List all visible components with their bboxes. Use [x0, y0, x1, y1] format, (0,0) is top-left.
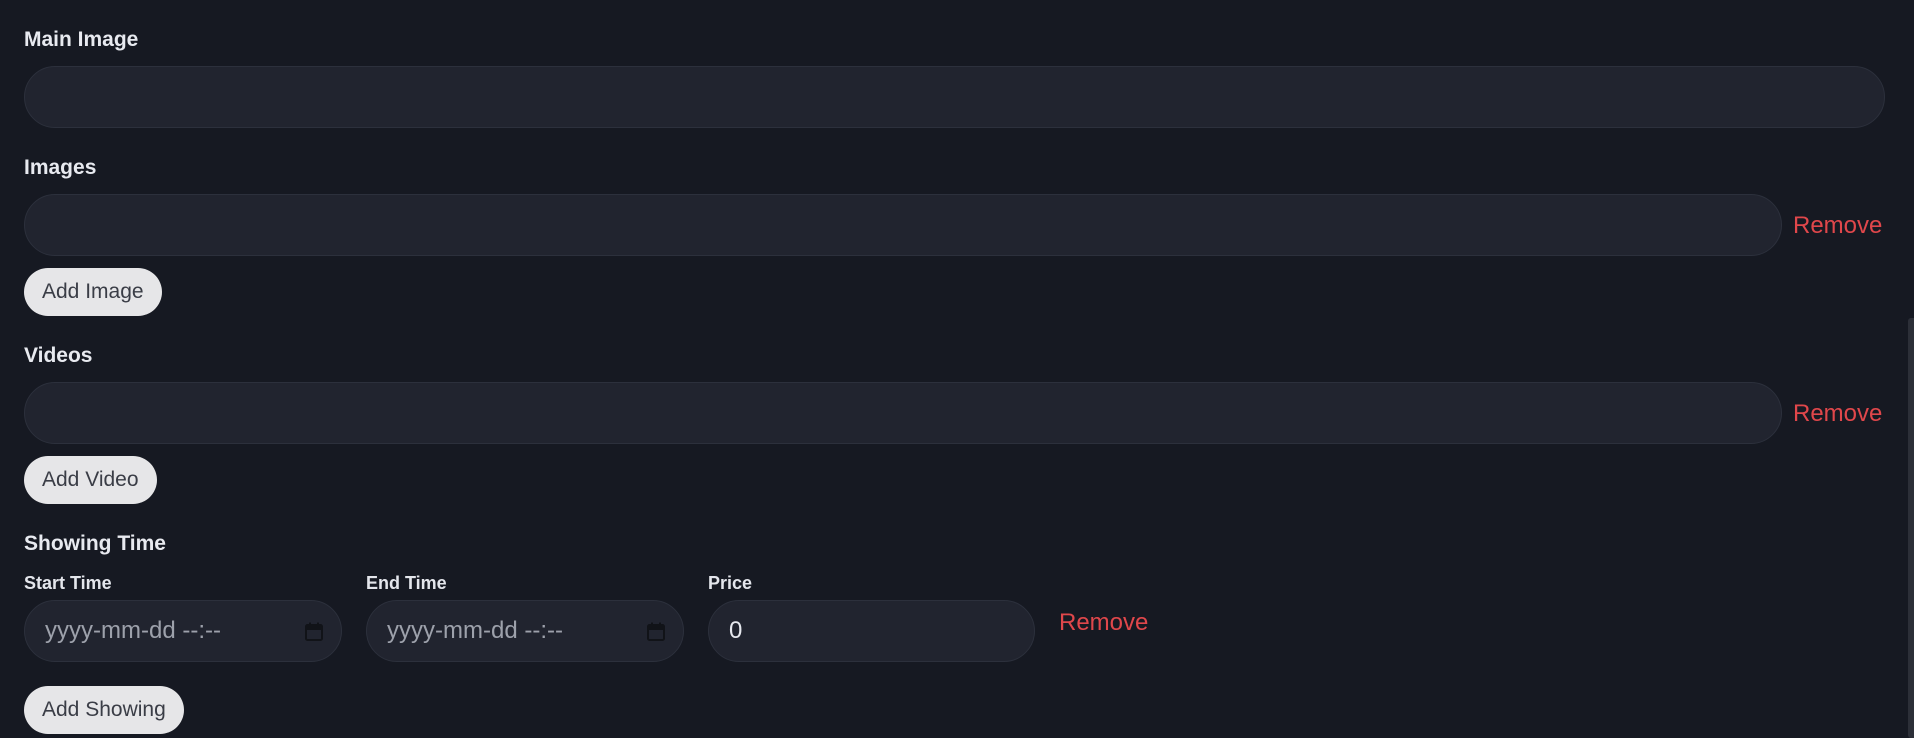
video-url-input[interactable]	[24, 382, 1782, 444]
remove-showing-button[interactable]: Remove	[1059, 611, 1148, 635]
start-time-value: yyyy-mm-dd --:--	[45, 617, 221, 644]
scrollbar[interactable]	[1908, 318, 1914, 738]
calendar-icon[interactable]	[647, 622, 665, 641]
remove-video-button[interactable]: Remove	[1793, 402, 1882, 426]
price-label: Price	[708, 573, 753, 593]
main-image-label: Main Image	[24, 28, 139, 51]
end-time-label: End Time	[366, 573, 447, 593]
add-showing-button[interactable]: Add Showing	[24, 686, 184, 734]
end-time-input[interactable]: yyyy-mm-dd --:--	[366, 600, 684, 662]
start-time-input[interactable]: yyyy-mm-dd --:--	[24, 600, 342, 662]
price-input[interactable]	[708, 600, 1035, 662]
images-label: Images	[24, 156, 97, 179]
image-url-input[interactable]	[24, 194, 1782, 256]
add-image-button[interactable]: Add Image	[24, 268, 162, 316]
start-time-label: Start Time	[24, 573, 112, 593]
main-image-input[interactable]	[24, 66, 1885, 128]
showing-time-label: Showing Time	[24, 532, 166, 555]
calendar-icon[interactable]	[305, 622, 323, 641]
movie-form: Main Image Images Remove Add Image Video…	[0, 0, 1914, 738]
remove-image-button[interactable]: Remove	[1793, 214, 1882, 238]
add-video-button[interactable]: Add Video	[24, 456, 157, 504]
videos-label: Videos	[24, 344, 93, 367]
end-time-value: yyyy-mm-dd --:--	[387, 617, 563, 644]
